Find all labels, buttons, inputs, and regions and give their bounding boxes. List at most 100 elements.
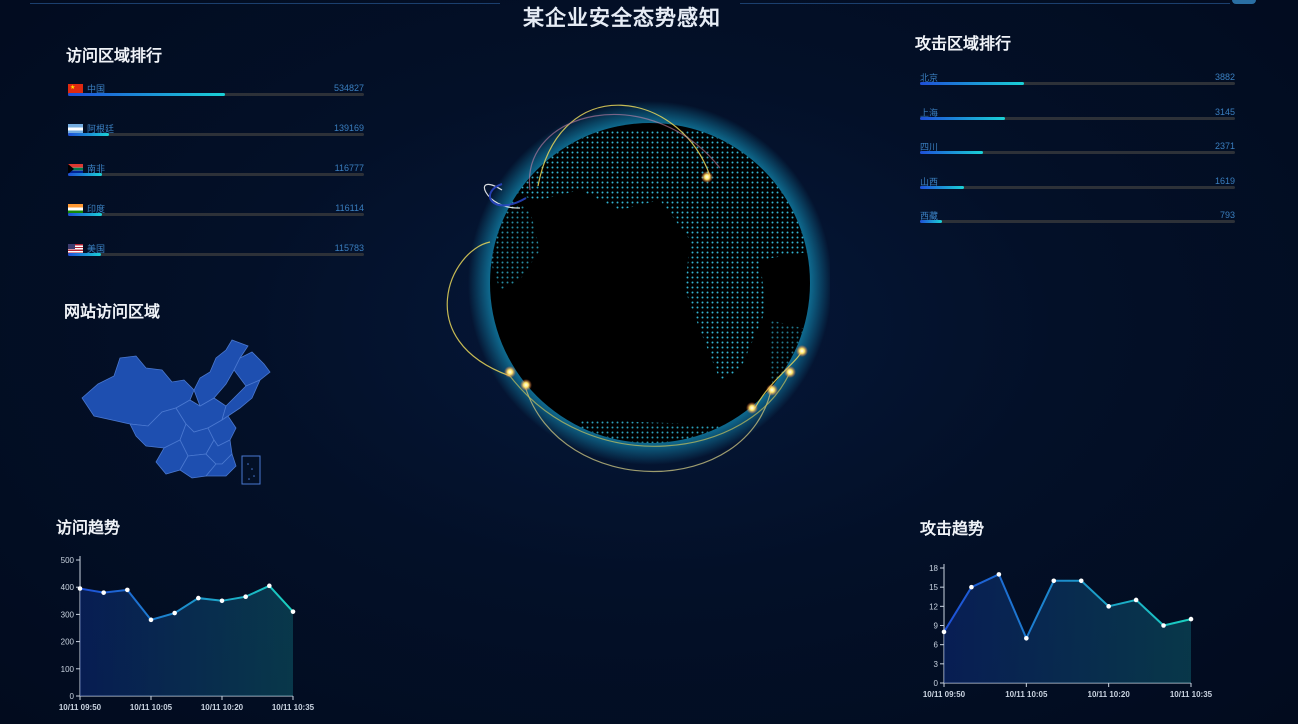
visit-rank-row[interactable]: 阿根廷 139169 — [68, 122, 364, 146]
attack-rank-row[interactable]: 四川 2371 — [920, 140, 1235, 164]
attack-rank-bar-fill — [920, 220, 943, 223]
data-point — [996, 572, 1002, 577]
data-point — [267, 583, 272, 589]
visit-rank-row[interactable]: 南非 116777 — [68, 162, 364, 186]
dotted-earth-globe-icon — [446, 101, 832, 472]
attack-rank-value: 793 — [1219, 210, 1235, 220]
attack-rank-value: 3882 — [1214, 72, 1235, 82]
data-point — [1133, 597, 1139, 603]
usa-flag-icon — [68, 243, 83, 254]
attack-rank-bar-fill — [920, 151, 983, 154]
south-china-sea-inset — [241, 455, 261, 485]
attack-trend-chart[interactable]: 0 3 6 9 12 15 18 10/11 09:50 10/11 10:05 10/11 10… — [914, 560, 1219, 704]
visit-rank-row[interactable]: ★ 中国 534827 — [68, 82, 364, 106]
data-point — [1051, 578, 1057, 584]
site-map-title: 网站访问区域 — [64, 304, 161, 321]
attack-rank-value: 3145 — [1214, 106, 1235, 117]
india-flag-icon — [68, 203, 83, 214]
x-tick-label: 10/11 10:35 — [1170, 690, 1213, 699]
attack-rank-bar-track — [920, 151, 1235, 154]
data-point — [243, 594, 248, 600]
x-tick-label: 10/11 09:50 — [923, 690, 966, 699]
attack-rank-bar-fill — [920, 82, 1024, 85]
data-point — [290, 609, 296, 614]
visit-rank-bar-fill — [68, 133, 110, 136]
y-tick-label: 12 — [929, 602, 938, 611]
visit-rank-title: 访问区域排行 — [66, 48, 163, 65]
visit-rank-bar-fill — [68, 173, 103, 176]
attack-rank-bar-fill — [920, 185, 965, 189]
visit-rank-row[interactable]: 印度 116114 — [68, 202, 364, 226]
area-fill — [80, 585, 293, 696]
attack-rank-title: 攻击区域排行 — [915, 36, 1012, 53]
data-point — [196, 595, 201, 601]
data-point — [172, 610, 177, 616]
data-point — [1106, 604, 1111, 609]
visit-rank-bar-fill — [68, 253, 102, 256]
page-title: 某企业安全态势感知 — [523, 7, 721, 30]
globe-visual[interactable] — [430, 80, 832, 500]
attack-trend-title: 攻击趋势 — [920, 521, 985, 538]
data-point — [1078, 578, 1084, 584]
x-tick-label: 10/11 10:35 — [272, 703, 315, 712]
x-tick-label: 10/11 10:05 — [1005, 690, 1048, 699]
y-tick-label: 15 — [929, 583, 938, 592]
y-tick-label: 400 — [61, 583, 75, 592]
china-map[interactable] — [76, 336, 276, 491]
x-tick-label: 10/11 10:20 — [1088, 690, 1131, 699]
data-point — [1024, 635, 1029, 641]
y-tick-label: 500 — [61, 556, 75, 565]
data-point — [219, 598, 225, 604]
data-point — [101, 590, 106, 595]
area-fill — [944, 574, 1191, 683]
data-point — [1188, 616, 1194, 622]
y-tick-label: 0 — [70, 692, 75, 701]
y-tick-label: 18 — [929, 564, 938, 573]
visit-trend-title: 访问趋势 — [56, 520, 121, 537]
data-point — [148, 617, 154, 623]
data-point — [941, 629, 947, 635]
attack-rank-value: 2371 — [1214, 141, 1235, 151]
visit-rank-bar-fill — [68, 93, 225, 96]
x-tick-label: 10/11 10:05 — [130, 703, 173, 712]
visit-rank-bar-track — [68, 133, 364, 136]
y-tick-label: 300 — [61, 610, 75, 619]
attack-rank-row[interactable]: 西藏 793 — [920, 209, 1235, 233]
y-tick-label: 100 — [61, 665, 75, 674]
visit-rank-value: 534827 — [333, 83, 364, 93]
attack-rank-bar-fill — [920, 116, 1006, 120]
attack-rank-value: 1619 — [1214, 175, 1235, 186]
visit-trend-chart[interactable]: 0 100 200 300 400 500 10/11 09:50 10/11 10:05 10… — [52, 552, 327, 718]
attack-rank-row[interactable]: 北京 3882 — [920, 71, 1235, 95]
y-tick-label: 9 — [934, 622, 939, 631]
visit-rank-bar-track — [68, 173, 364, 176]
argentina-flag-icon — [68, 123, 83, 134]
china-flag-icon: ★ — [68, 83, 83, 94]
south-africa-flag-icon — [68, 163, 83, 174]
y-tick-label: 3 — [934, 660, 939, 669]
data-point — [125, 587, 130, 593]
y-tick-label: 6 — [934, 641, 939, 650]
data-point — [1161, 623, 1166, 628]
attack-rank-bar-track — [920, 116, 1235, 120]
x-tick-label: 10/11 10:20 — [201, 703, 244, 712]
y-tick-label: 0 — [934, 679, 939, 688]
attack-rank-row[interactable]: 山西 1619 — [920, 175, 1235, 199]
visit-rank-bar-track — [68, 93, 364, 96]
visit-rank-bar-track — [68, 253, 364, 256]
attack-rank-row[interactable]: 上海 3145 — [920, 106, 1235, 130]
visit-rank-value: 116114 — [335, 203, 364, 213]
visit-rank-row[interactable]: 美国 115783 — [68, 242, 364, 266]
attack-rank-bar-track — [920, 220, 1235, 223]
y-tick-label: 200 — [61, 638, 75, 647]
x-tick-label: 10/11 09:50 — [59, 703, 102, 712]
visit-rank-bar-track — [68, 213, 364, 216]
data-point — [77, 586, 83, 591]
visit-rank-value: 139169 — [333, 123, 364, 133]
visit-rank-bar-fill — [68, 213, 102, 216]
visit-rank-value: 115783 — [334, 243, 364, 253]
attack-rank-bar-track — [920, 185, 1235, 189]
visit-rank-value: 116777 — [334, 163, 364, 173]
data-point — [969, 584, 974, 590]
attack-rank-bar-track — [920, 82, 1235, 85]
